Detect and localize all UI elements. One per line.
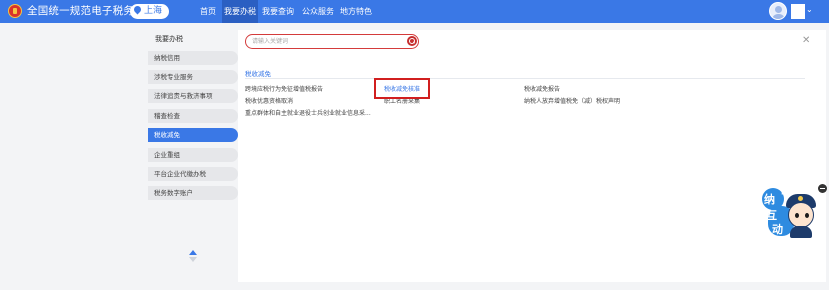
user-avatar[interactable] [769,2,787,20]
arrow-down-icon[interactable] [189,257,197,262]
nav-public-service[interactable]: 公众服务 [300,0,336,23]
sidebar-item-platform-agent[interactable]: 平台企业代缴办税 [148,167,238,181]
search-input[interactable] [252,36,402,47]
helper-char: 动 [772,223,783,236]
search-icon[interactable] [407,36,417,46]
site-title[interactable]: 全国统一规范电子税务局 [27,5,145,18]
sidebar-item-inspection[interactable]: 稽查检查 [148,109,238,123]
mascot-eye [805,213,809,218]
city-selector[interactable]: 上海 [130,4,169,19]
top-bar: 全国统一规范电子税务局 上海 首页 我要办税 我要查询 公众服务 地方特色 ⌄ [0,0,829,23]
nav-local-features[interactable]: 地方特色 [338,0,374,23]
nav-query[interactable]: 我要查询 [260,0,296,23]
sidebar-item-tax-relief[interactable]: 税收减免 [148,128,238,142]
sidebar-item-legal-remedy[interactable]: 法律追责与救济事项 [148,89,238,103]
link-tax-relief-report[interactable]: 税收减免报告 [524,86,560,94]
search-box [245,34,419,49]
helper-char: 征 [780,183,791,196]
sidebar-item-professional-services[interactable]: 涉税专业服务 [148,70,238,84]
sidebar-item-restructuring[interactable]: 企业重组 [148,148,238,162]
chevron-down-icon[interactable]: ⌄ [806,5,813,14]
content-panel: ✕ 税收减免 跨境应税行为免征增值税报告 税收减免核准 税收减免报告 税收优惠资… [238,30,826,282]
helper-minimize-icon[interactable] [818,184,827,193]
nav-home[interactable]: 首页 [195,0,221,23]
menu-scroll-control[interactable] [188,250,198,264]
nav-tax-service[interactable]: 我要办税 [222,0,258,23]
close-icon[interactable]: ✕ [802,36,810,46]
mascot-eye [795,213,799,218]
arrow-up-icon[interactable] [189,250,197,255]
sidebar-item-digital-account[interactable]: 税务数字账户 [148,186,238,200]
link-key-groups-veterans-info[interactable]: 重点群体和自主就业退役士兵创业就业信息采... [245,110,371,118]
helper-char: 纳 [764,193,775,206]
location-pin-icon [132,4,143,15]
link-cross-border-vat-exemption[interactable]: 跨境应税行为免征增值税报告 [245,86,323,94]
city-label: 上海 [144,6,163,16]
sidebar-title: 我要办税 [155,35,183,43]
tax-interaction-helper[interactable]: 征 纳 互 动 [758,182,824,240]
divider [245,78,805,79]
tax-emblem-icon [8,4,22,18]
user-name-box[interactable] [791,4,805,19]
mascot-body [790,226,812,238]
helper-char: 互 [766,209,777,222]
mascot-badge [798,196,803,201]
sidebar-item-tax-credit[interactable]: 纳税信用 [148,51,238,65]
link-waive-vat-exemption[interactable]: 纳税人放弃增值税免（减）税权声明 [524,98,620,106]
link-cancel-preferential-qualification[interactable]: 税收优惠资格取消 [245,98,293,106]
mascot-face [788,202,814,228]
section-title: 税收减免 [245,70,271,78]
highlight-box [374,78,430,99]
link-employee-roster[interactable]: 职工名册采集 [384,98,420,106]
